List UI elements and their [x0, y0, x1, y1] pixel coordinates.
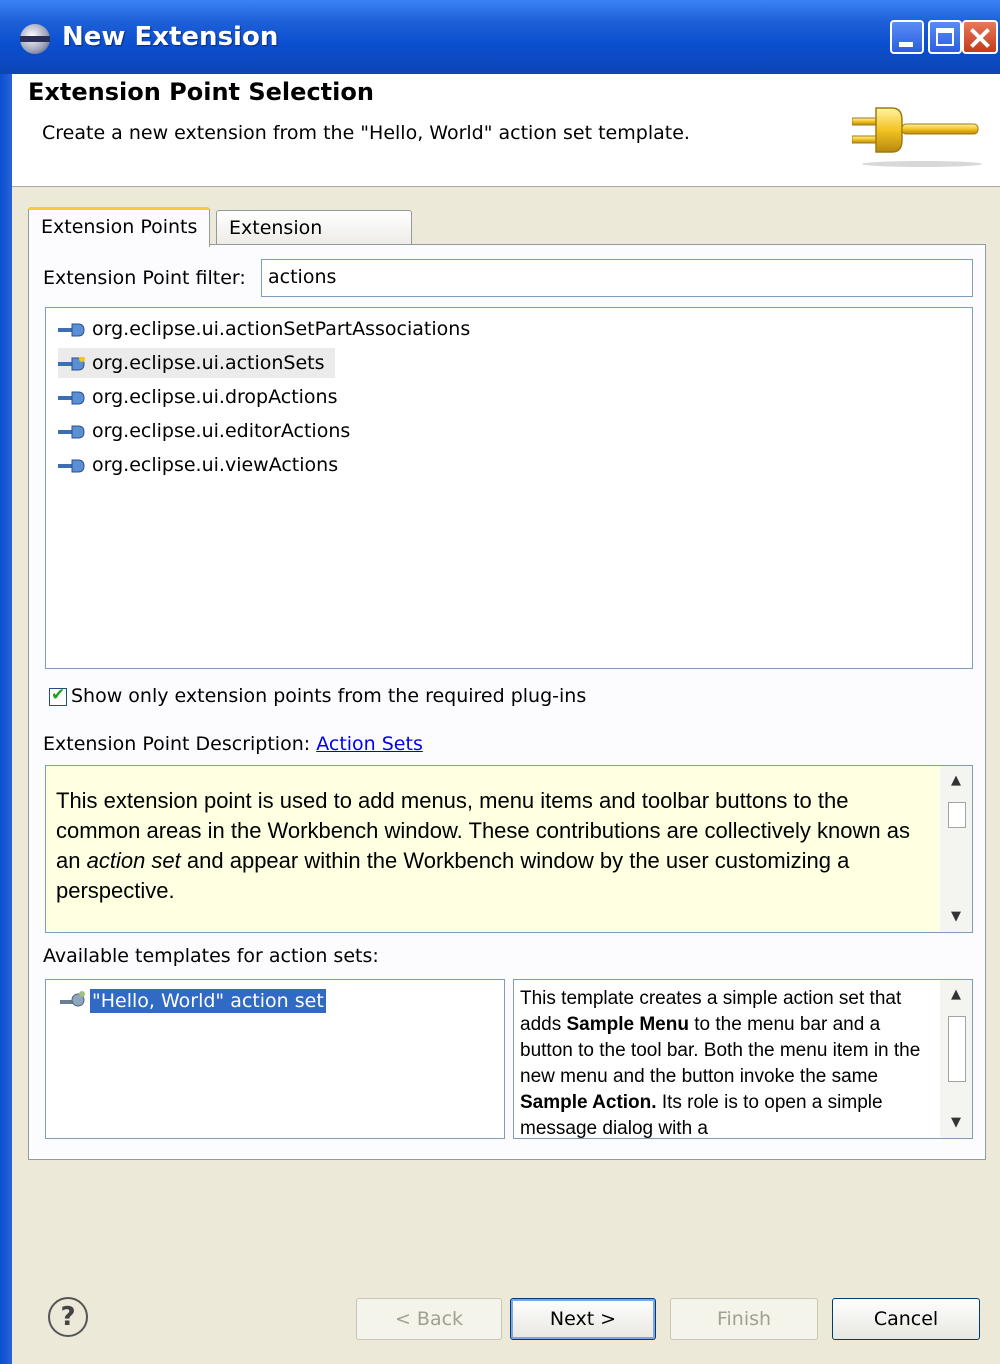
extension-point-label: org.eclipse.ui.actionSets	[92, 352, 325, 374]
list-item[interactable]: "Hello, World" action set	[60, 986, 327, 1016]
maximize-button[interactable]	[928, 20, 962, 54]
template-description: This template creates a simple action se…	[513, 979, 973, 1139]
description-label: Extension Point Description: Action Sets	[43, 733, 423, 755]
extension-point-icon	[58, 459, 85, 473]
window-title: New Extension	[62, 22, 279, 52]
list-item[interactable]: org.eclipse.ui.editorActions	[58, 416, 360, 446]
action-sets-link[interactable]: Action Sets	[316, 733, 423, 755]
template-text-bold: Sample Menu	[566, 1014, 689, 1035]
window-frame-left	[0, 74, 12, 1364]
templates-label: Available templates for action sets:	[43, 945, 379, 967]
extension-point-description: This extension point is used to add menu…	[45, 765, 973, 933]
list-item[interactable]: org.eclipse.ui.actionSets	[58, 348, 335, 378]
scroll-up-icon[interactable]: ▲	[940, 982, 972, 1008]
extension-point-icon	[58, 425, 85, 439]
tab-extension-wizards[interactable]: Extension Wizards	[216, 210, 412, 273]
list-item[interactable]: org.eclipse.ui.actionSetPartAssociations	[58, 314, 480, 344]
list-item[interactable]: org.eclipse.ui.dropActions	[58, 382, 348, 412]
scroll-thumb[interactable]	[948, 802, 966, 828]
new-extension-dialog: New Extension Extension Point Selection …	[0, 0, 1000, 1364]
extension-point-icon	[58, 323, 85, 337]
filter-label: Extension Point filter:	[43, 267, 246, 289]
wizard-content: Extension Points Extension Wizards Exten…	[12, 187, 1000, 1364]
wizard-banner: Extension Point Selection Create a new e…	[12, 74, 1000, 187]
scroll-up-icon[interactable]: ▲	[940, 768, 972, 794]
template-scrollbar[interactable]: ▲ ▼	[940, 980, 972, 1138]
show-required-label[interactable]: Show only extension points from the requ…	[71, 685, 586, 707]
page-title: Extension Point Selection	[28, 78, 374, 106]
back-button[interactable]: < Back	[356, 1298, 502, 1340]
description-scrollbar[interactable]: ▲ ▼	[940, 766, 972, 932]
extension-points-panel: Extension Point filter: actions org.ecli…	[28, 244, 986, 1160]
next-button[interactable]: Next >	[510, 1298, 656, 1340]
extension-point-icon	[58, 391, 85, 405]
scroll-down-icon[interactable]: ▼	[940, 904, 972, 930]
show-required-checkbox[interactable]	[49, 685, 67, 706]
close-button[interactable]	[962, 20, 998, 54]
extension-point-label: org.eclipse.ui.editorActions	[92, 420, 351, 442]
eclipse-icon	[20, 24, 50, 54]
extension-point-filter-input[interactable]: actions	[261, 259, 973, 297]
help-icon[interactable]: ?	[48, 1297, 88, 1337]
description-label-text: Extension Point Description:	[43, 733, 311, 755]
description-text: This extension point is used to add menu…	[56, 786, 926, 906]
plug-icon	[852, 107, 982, 167]
tab-extension-points[interactable]: Extension Points	[28, 207, 211, 247]
extension-point-selected-icon	[58, 357, 85, 371]
page-description: Create a new extension from the "Hello, …	[42, 122, 690, 144]
template-text-bold: Sample Action.	[520, 1092, 657, 1113]
minimize-button[interactable]	[890, 20, 924, 54]
title-bar[interactable]: New Extension	[0, 0, 1000, 74]
scroll-thumb[interactable]	[948, 1016, 966, 1082]
extension-point-label: org.eclipse.ui.dropActions	[92, 386, 338, 408]
cancel-button[interactable]: Cancel	[832, 1298, 980, 1340]
template-icon	[60, 991, 85, 1007]
list-item[interactable]: org.eclipse.ui.viewActions	[58, 450, 348, 480]
extension-point-label: org.eclipse.ui.actionSetPartAssociations	[92, 318, 471, 340]
template-label: "Hello, World" action set	[89, 988, 327, 1014]
templates-list[interactable]: "Hello, World" action set	[45, 979, 505, 1139]
description-text-em: action set	[86, 848, 181, 873]
scroll-down-icon[interactable]: ▼	[940, 1110, 972, 1136]
template-description-text: This template creates a simple action se…	[520, 986, 938, 1138]
extension-point-label: org.eclipse.ui.viewActions	[92, 454, 339, 476]
extension-point-list[interactable]: org.eclipse.ui.actionSetPartAssociations…	[45, 307, 973, 669]
finish-button[interactable]: Finish	[670, 1298, 818, 1340]
